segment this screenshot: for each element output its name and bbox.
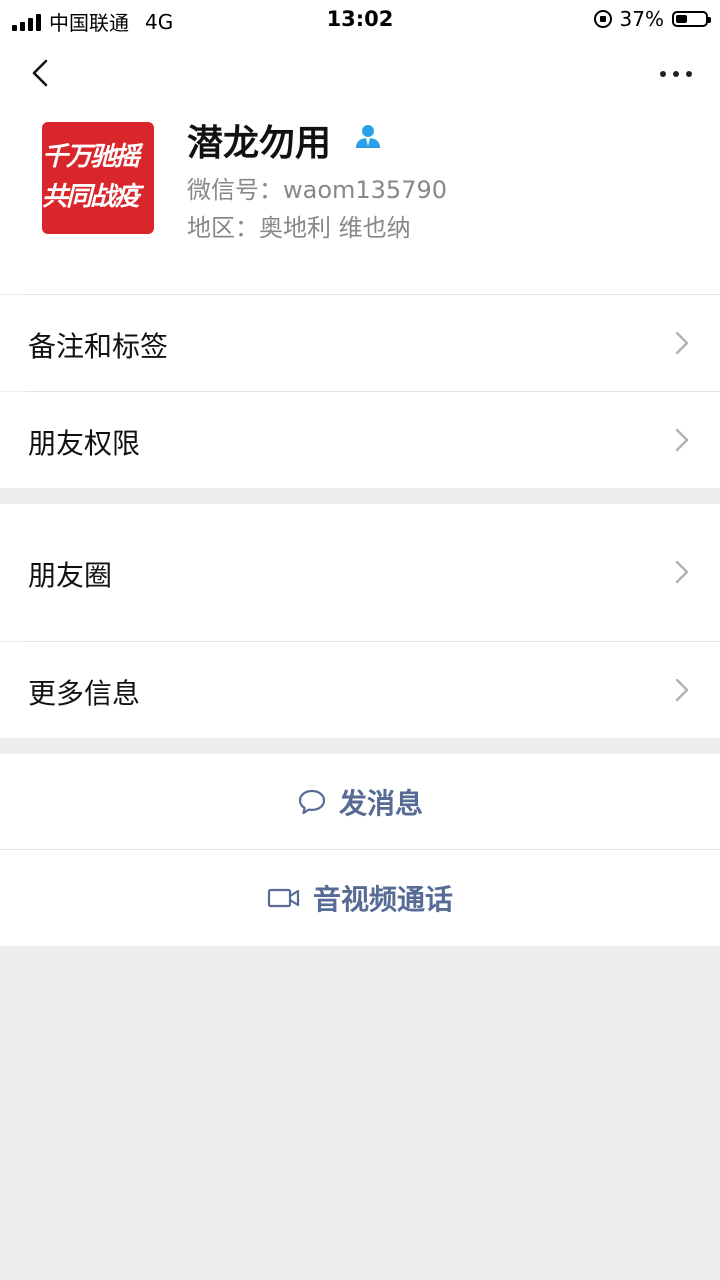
divider [28, 641, 720, 642]
chevron-right-icon [675, 560, 689, 584]
video-call-label: 音视频通话 [312, 883, 453, 916]
moments-label: 朋友圈 [28, 559, 113, 592]
chevron-right-icon [675, 678, 689, 702]
battery-icon [672, 11, 711, 27]
send-message-button[interactable]: 发消息 [0, 754, 720, 849]
more-options-icon[interactable] [652, 64, 692, 84]
avatar-text-line1: 千万驰摇 [42, 142, 140, 172]
more-info-label: 更多信息 [28, 677, 141, 710]
avatar-text-line2: 共同战疫 [42, 182, 140, 212]
contact-name: 潜龙勿用 [187, 123, 332, 164]
back-icon[interactable] [28, 58, 58, 88]
avatar[interactable]: 千万驰摇 共同战疫 [42, 122, 154, 234]
video-call-button[interactable]: 音视频通话 [0, 850, 720, 946]
divider [0, 849, 720, 850]
wechat-id: 微信号：waom135790 [187, 176, 448, 204]
battery-percent: 37% [619, 7, 664, 31]
moments-row[interactable]: 朋友圈 [0, 504, 720, 641]
friend-permissions-row[interactable]: 朋友权限 [0, 392, 720, 488]
friend-permissions-label: 朋友权限 [28, 427, 141, 460]
rotation-lock-icon [593, 10, 612, 28]
chevron-right-icon [675, 331, 689, 355]
profile-header: 千万驰摇 共同战疫 潜龙勿用 微信号：waom135790 地区：奥地利 维也纳 [0, 38, 720, 294]
chevron-right-icon [675, 428, 689, 452]
status-bar: 中国联通 4G 13:02 37% [0, 0, 720, 38]
contact-person-icon [356, 125, 380, 148]
remarks-tags-row[interactable]: 备注和标签 [0, 295, 720, 391]
more-info-row[interactable]: 更多信息 [0, 642, 720, 738]
divider [28, 294, 720, 295]
remarks-tags-label: 备注和标签 [28, 330, 169, 363]
send-message-label: 发消息 [338, 786, 423, 820]
region: 地区：奥地利 维也纳 [187, 214, 411, 242]
chat-bubble-icon [298, 789, 326, 814]
status-right: 37% [593, 7, 711, 31]
video-camera-icon [267, 888, 300, 908]
divider [28, 391, 720, 392]
